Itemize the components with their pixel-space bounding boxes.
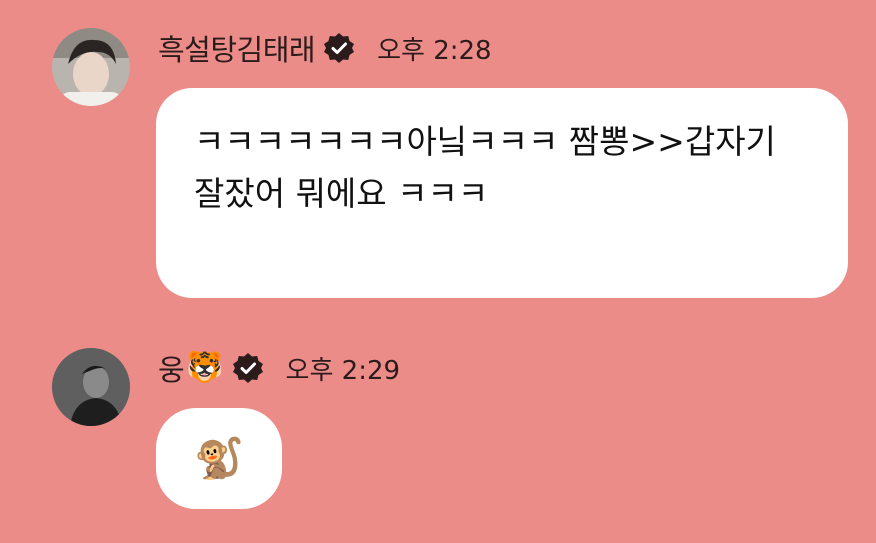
sender-name[interactable]: 흑설탕김태래 [158, 27, 316, 69]
message-header: 흑설탕김태래 오후 2:28 [158, 26, 492, 70]
verified-badge-icon [232, 352, 264, 384]
avatar[interactable] [52, 348, 130, 426]
sender-name[interactable]: 웅 [158, 347, 185, 389]
timestamp: 오후 2:28 [377, 35, 492, 66]
profile-photo-icon [52, 348, 130, 426]
timestamp: 오후 2:29 [285, 355, 401, 386]
verified-badge-icon [323, 32, 355, 64]
avatar[interactable] [52, 28, 130, 106]
chat-message: 흑설탕김태래 오후 2:28 ㅋㅋㅋㅋㅋㅋㅋ아닠ㅋㅋㅋ 짬뽕>>갑자기 잘잤어 … [0, 0, 876, 310]
tiger-emoji: 🐯 [186, 350, 224, 385]
profile-photo-icon [52, 28, 130, 106]
message-bubble[interactable]: ㅋㅋㅋㅋㅋㅋㅋ아닠ㅋㅋㅋ 짬뽕>>갑자기 잘잤어 뭐에요 ㅋㅋㅋ [156, 88, 848, 298]
message-text: ㅋㅋㅋㅋㅋㅋㅋ아닠ㅋㅋㅋ 짬뽕>>갑자기 잘잤어 뭐에요 ㅋㅋㅋ [194, 122, 776, 213]
chat-message: 웅 🐯 오후 2:29 🐒 [0, 330, 876, 543]
message-header: 웅 🐯 오후 2:29 [158, 346, 400, 390]
monkey-emoji: 🐒 [194, 435, 244, 482]
message-bubble[interactable]: 🐒 [156, 408, 282, 509]
